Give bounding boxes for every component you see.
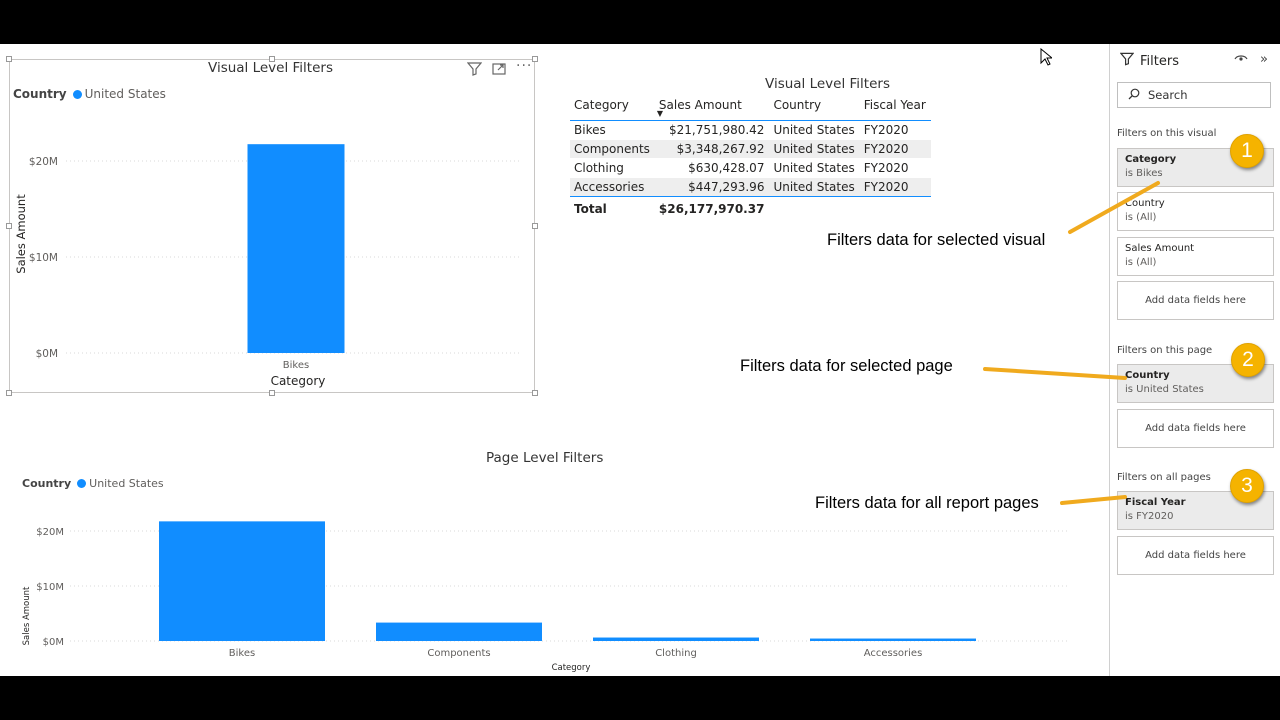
callout-arrow (1068, 181, 1160, 234)
callout-arrow (1060, 495, 1127, 505)
mouse-cursor-icon (1040, 47, 1054, 70)
annotation-arrows (983, 181, 1160, 505)
step-badge-2: 2 (1231, 343, 1265, 377)
step-badge-3: 3 (1230, 469, 1264, 503)
step-badge-1: 1 (1230, 134, 1264, 168)
callout-arrow (983, 367, 1127, 380)
